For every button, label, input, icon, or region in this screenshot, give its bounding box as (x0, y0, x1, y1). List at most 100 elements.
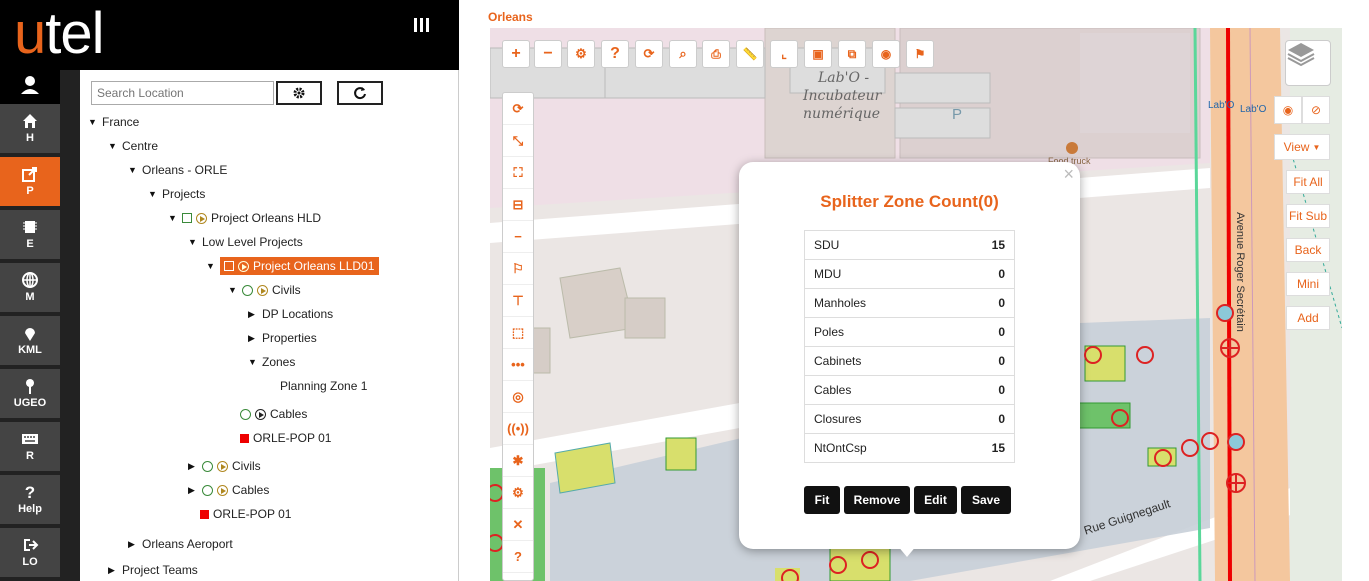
tree-node-project-hld[interactable]: ▼ Project Orleans HLD (168, 211, 321, 225)
zoom-in-button[interactable]: + (502, 40, 530, 68)
circle-status-icon[interactable] (240, 408, 251, 420)
map-search-button[interactable]: ⌕ (669, 40, 697, 68)
map-measure-button[interactable]: 📏 (736, 40, 764, 68)
save-button[interactable]: Save (961, 486, 1011, 514)
close-icon[interactable]: × (1063, 164, 1074, 185)
map-settings-button[interactable]: ⚙ (567, 40, 595, 68)
vt-asterisk-button[interactable]: ✱ (503, 445, 533, 477)
circle-status-icon[interactable] (202, 484, 213, 496)
tree-node-project-teams[interactable]: ▶ Project Teams (108, 563, 198, 577)
tree-node-cables-inner[interactable]: Cables (240, 407, 307, 421)
circle-status-icon[interactable] (242, 284, 253, 296)
map-bookmark-button[interactable]: ⚑ (906, 40, 934, 68)
expanded-caret-icon[interactable]: ▼ (248, 357, 258, 367)
vt-target-button[interactable]: ◎ (503, 381, 533, 413)
tree-node-cables-outer[interactable]: ▶ Cables (188, 483, 269, 497)
vt-expand-button[interactable]: ⛶ (503, 157, 533, 189)
collapsed-caret-icon[interactable]: ▶ (108, 565, 118, 576)
rail-home-button[interactable]: H (0, 104, 60, 155)
vt-close-button[interactable]: ✕ (503, 509, 533, 541)
tree-node-low-level-projects[interactable]: ▼ Low Level Projects (188, 235, 303, 249)
tree-node-france[interactable]: ▼ France (88, 115, 139, 129)
layers-button[interactable] (1285, 40, 1331, 86)
tree-node-orleans[interactable]: ▼ Orleans - ORLE (128, 163, 227, 177)
map-refresh-button[interactable]: ⟳ (635, 40, 663, 68)
rail-help-button[interactable]: ? Help (0, 475, 60, 526)
map-area-button[interactable]: ⌞ (770, 40, 798, 68)
vt-line-button[interactable]: − (503, 221, 533, 253)
vt-rotate-button[interactable]: ⟳ (503, 93, 533, 125)
rail-ugeo-button[interactable]: UGEO (0, 369, 60, 420)
circle-status-icon[interactable] (202, 460, 213, 472)
map-view-button[interactable]: ◉ (872, 40, 900, 68)
vt-collapse-button[interactable]: ⤡ (503, 125, 533, 157)
play-icon[interactable] (257, 284, 268, 296)
rail-logout-button[interactable]: LO (0, 528, 60, 579)
collapsed-caret-icon[interactable]: ▶ (188, 461, 198, 472)
fit-button[interactable]: Fit (804, 486, 840, 514)
fit-all-button[interactable]: Fit All (1286, 170, 1330, 194)
tree-node-civils-inner[interactable]: ▼ Civils (228, 283, 301, 297)
rail-kml-button[interactable]: KML (0, 316, 60, 367)
expanded-caret-icon[interactable]: ▼ (228, 285, 238, 295)
map-compare-button[interactable]: ⧉ (838, 40, 866, 68)
back-button[interactable]: Back (1286, 238, 1330, 262)
rail-equipment-button[interactable]: E (0, 210, 60, 261)
tree-node-civils-outer[interactable]: ▶ Civils (188, 459, 261, 473)
tree-node-project-lld01[interactable]: ▼ Project Orleans LLD01 (206, 257, 380, 275)
vt-settings-button[interactable]: ⚙ (503, 477, 533, 509)
tree-settings-button[interactable] (276, 81, 322, 105)
tree-refresh-button[interactable] (337, 81, 383, 105)
tree-node-orleans-aeroport[interactable]: ▶ Orleans Aeroport (128, 537, 233, 551)
show-layer-button[interactable]: ◉ (1274, 96, 1302, 124)
vt-flag-button[interactable]: ⚐ (503, 253, 533, 285)
tree-node-zones[interactable]: ▼ Zones (248, 355, 295, 369)
menu-toggle-icon[interactable] (414, 18, 432, 34)
user-button[interactable] (0, 70, 60, 104)
rail-projects-button[interactable]: P (0, 157, 60, 208)
mini-button[interactable]: Mini (1286, 272, 1330, 296)
selected-node-highlight[interactable]: Project Orleans LLD01 (220, 257, 380, 275)
expanded-caret-icon[interactable]: ▼ (128, 165, 138, 175)
collapsed-caret-icon[interactable]: ▶ (248, 333, 258, 344)
square-status-icon[interactable] (224, 261, 234, 271)
tree-node-pop-inner[interactable]: ORLE-POP 01 (240, 431, 331, 445)
fit-sub-button[interactable]: Fit Sub (1286, 204, 1330, 228)
vt-more-button[interactable]: ••• (503, 349, 533, 381)
expanded-caret-icon[interactable]: ▼ (168, 213, 178, 223)
tree-node-projects[interactable]: ▼ Projects (148, 187, 205, 201)
play-icon[interactable] (217, 460, 228, 472)
tree-node-planning-zone-1[interactable]: Planning Zone 1 (280, 379, 367, 393)
map-print-button[interactable]: ⎙ (702, 40, 730, 68)
play-icon[interactable] (196, 212, 207, 224)
tree-node-centre[interactable]: ▼ Centre (108, 139, 158, 153)
expanded-caret-icon[interactable]: ▼ (188, 237, 198, 247)
expanded-caret-icon[interactable]: ▼ (206, 261, 216, 271)
play-icon[interactable] (255, 408, 266, 420)
collapsed-caret-icon[interactable]: ▶ (248, 309, 258, 320)
map-help-button[interactable]: ? (601, 40, 629, 68)
tree-node-dp-locations[interactable]: ▶ DP Locations (248, 307, 333, 321)
expanded-caret-icon[interactable]: ▼ (108, 141, 118, 151)
add-button[interactable]: Add (1286, 306, 1330, 330)
square-status-icon[interactable] (182, 213, 192, 223)
expanded-caret-icon[interactable]: ▼ (148, 189, 158, 199)
zoom-out-button[interactable]: − (534, 40, 562, 68)
view-dropdown[interactable]: View ▼ (1274, 134, 1330, 160)
play-icon[interactable] (238, 260, 249, 272)
rail-map-button[interactable]: M (0, 263, 60, 314)
play-icon[interactable] (217, 484, 228, 496)
collapsed-caret-icon[interactable]: ▶ (188, 485, 198, 496)
vt-sign-button[interactable]: ⊤ (503, 285, 533, 317)
expanded-caret-icon[interactable]: ▼ (88, 117, 98, 127)
vt-help-button[interactable]: ? (503, 541, 533, 573)
map-select-button[interactable]: ▣ (804, 40, 832, 68)
rail-reports-button[interactable]: R (0, 422, 60, 473)
search-location-input[interactable] (91, 81, 274, 105)
hide-layer-button[interactable]: ⊘ (1302, 96, 1330, 124)
tree-node-pop-outer[interactable]: ORLE-POP 01 (200, 507, 291, 521)
vt-polygon-button[interactable]: ⬚ (503, 317, 533, 349)
vt-antenna-button[interactable]: ((•)) (503, 413, 533, 445)
tree-node-properties[interactable]: ▶ Properties (248, 331, 317, 345)
remove-button[interactable]: Remove (844, 486, 910, 514)
